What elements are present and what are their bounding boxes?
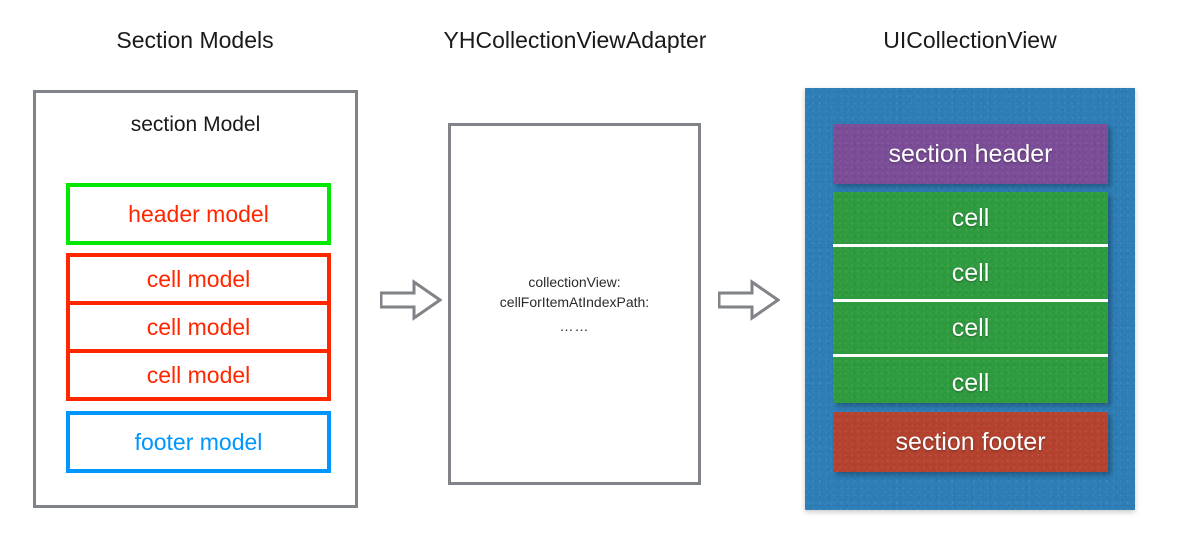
adapter-method-ellipsis: …… [559, 318, 590, 335]
adapter-method-line-2: cellForItemAtIndexPath: [499, 293, 650, 310]
arrow-right-icon [379, 278, 443, 322]
collectionview-cells-group: cell cell cell cell [833, 192, 1108, 403]
collectionview-cell[interactable]: cell [833, 244, 1108, 299]
column-title-adapter: YHCollectionViewAdapter [443, 27, 707, 53]
cell-model-label: cell model [146, 361, 251, 388]
collectionview-cell[interactable]: cell [833, 354, 1108, 409]
section-models-panel: section Model header model cell model ce… [33, 90, 358, 508]
collectionview-cell[interactable]: cell [833, 192, 1108, 244]
header-model-box: header model [66, 183, 331, 245]
cell-label: cell [951, 258, 990, 287]
collectionview-section-header[interactable]: section header [833, 124, 1108, 184]
arrow-right-glyph [717, 279, 781, 321]
cell-model-box: cell model [66, 253, 331, 305]
cell-model-box: cell model [66, 349, 331, 401]
footer-model-label: footer model [134, 428, 263, 455]
collectionview-section-footer[interactable]: section footer [833, 412, 1108, 472]
cell-model-label: cell model [146, 313, 251, 340]
column-title-section-models: Section Models [116, 27, 274, 53]
column-title-uicollectionview: UICollectionView [883, 27, 1057, 53]
arrow-right-glyph [379, 279, 443, 321]
adapter-panel: collectionView: cellForItemAtIndexPath: … [448, 123, 701, 485]
arrow-right-icon [717, 278, 781, 322]
uicollectionview-panel: section header cell cell cell cell secti… [805, 88, 1135, 510]
footer-model-box: footer model [66, 411, 331, 473]
section-footer-label: section footer [895, 427, 1046, 456]
cell-model-box: cell model [66, 301, 331, 353]
section-model-label: section Model [130, 113, 261, 136]
cell-label: cell [951, 203, 990, 232]
section-header-label: section header [888, 139, 1053, 168]
collectionview-cell[interactable]: cell [833, 299, 1108, 354]
cell-model-label: cell model [146, 265, 251, 292]
cell-label: cell [951, 368, 990, 397]
header-model-label: header model [128, 200, 269, 227]
adapter-method-line-1: collectionView: [528, 273, 621, 290]
cell-label: cell [951, 313, 990, 342]
